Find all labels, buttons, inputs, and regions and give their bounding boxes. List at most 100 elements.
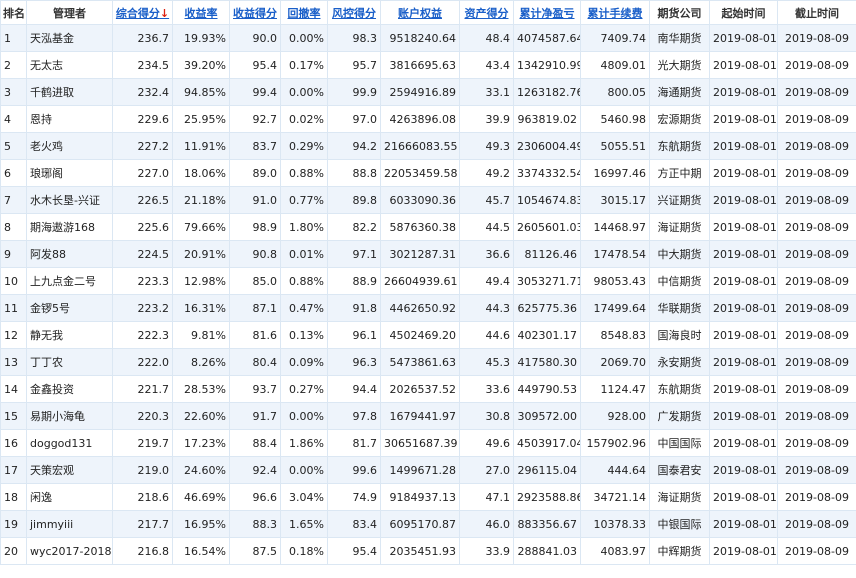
- cell-return-rate: 19.93%: [172, 24, 230, 52]
- cell-score: 223.3: [112, 267, 173, 295]
- cell-rank: 15: [0, 402, 27, 430]
- cell-drawdown: 1.65%: [280, 510, 328, 538]
- cell-equity: 4502469.20: [380, 321, 460, 349]
- cell-return-rate: 94.85%: [172, 78, 230, 106]
- cell-manager: 琅琊阁: [26, 159, 113, 187]
- cell-fees: 16997.46: [580, 159, 650, 187]
- cell-equity: 3021287.31: [380, 240, 460, 268]
- cell-rank: 10: [0, 267, 27, 295]
- cell-manager: doggod131: [26, 429, 113, 457]
- cell-drawdown: 0.77%: [280, 186, 328, 214]
- cell-risk-score: 99.9: [327, 78, 381, 106]
- cell-return-score: 91.0: [229, 186, 281, 214]
- cell-equity: 5876360.38: [380, 213, 460, 241]
- header-drawdown[interactable]: 回撤率: [280, 0, 328, 25]
- cell-score: 222.0: [112, 348, 173, 376]
- cell-manager: 千鹤进取: [26, 78, 113, 106]
- cell-equity: 9518240.64: [380, 24, 460, 52]
- header-equity[interactable]: 账户权益: [380, 0, 460, 25]
- table-row: 4 恩持 229.6 25.95% 92.7 0.02% 97.0 4263896.08 39.…: [0, 105, 856, 133]
- cell-equity: 6095170.87: [380, 510, 460, 538]
- cell-risk-score: 88.9: [327, 267, 381, 295]
- cell-end: 2019-08-09: [777, 213, 856, 241]
- cell-risk-score: 97.0: [327, 105, 381, 133]
- cell-equity: 4462650.92: [380, 294, 460, 322]
- cell-score: 229.6: [112, 105, 173, 133]
- header-net-pnl[interactable]: 累计净盈亏: [513, 0, 581, 25]
- cell-equity: 2035451.93: [380, 537, 460, 565]
- cell-asset-score: 48.4: [459, 24, 514, 52]
- cell-equity: 6033090.36: [380, 186, 460, 214]
- cell-manager: 恩持: [26, 105, 113, 133]
- cell-start: 2019-08-01: [709, 78, 778, 106]
- cell-manager: 金锣5号: [26, 294, 113, 322]
- cell-return-score: 95.4: [229, 51, 281, 79]
- cell-asset-score: 49.6: [459, 429, 514, 457]
- cell-end: 2019-08-09: [777, 105, 856, 133]
- cell-return-rate: 12.98%: [172, 267, 230, 295]
- cell-risk-score: 94.2: [327, 132, 381, 160]
- cell-drawdown: 3.04%: [280, 483, 328, 511]
- cell-net-pnl: 2306004.49: [513, 132, 581, 160]
- cell-score: 236.7: [112, 24, 173, 52]
- cell-rank: 19: [0, 510, 27, 538]
- cell-start: 2019-08-01: [709, 348, 778, 376]
- cell-equity: 4263896.08: [380, 105, 460, 133]
- cell-return-rate: 18.06%: [172, 159, 230, 187]
- cell-end: 2019-08-09: [777, 51, 856, 79]
- cell-start: 2019-08-01: [709, 186, 778, 214]
- cell-return-score: 96.6: [229, 483, 281, 511]
- header-risk-score[interactable]: 风控得分: [327, 0, 381, 25]
- cell-return-score: 99.4: [229, 78, 281, 106]
- header-asset-score[interactable]: 资产得分: [459, 0, 514, 25]
- cell-risk-score: 74.9: [327, 483, 381, 511]
- cell-score: 219.0: [112, 456, 173, 484]
- cell-risk-score: 98.3: [327, 24, 381, 52]
- cell-fees: 5055.51: [580, 132, 650, 160]
- cell-risk-score: 97.8: [327, 402, 381, 430]
- header-return-rate[interactable]: 收益率: [172, 0, 230, 25]
- cell-company: 永安期货: [649, 348, 710, 376]
- header-return-score[interactable]: 收益得分: [229, 0, 281, 25]
- cell-drawdown: 0.13%: [280, 321, 328, 349]
- cell-return-score: 87.1: [229, 294, 281, 322]
- cell-return-score: 85.0: [229, 267, 281, 295]
- cell-start: 2019-08-01: [709, 51, 778, 79]
- cell-rank: 1: [0, 24, 27, 52]
- cell-drawdown: 1.86%: [280, 429, 328, 457]
- header-score-label: 综合得分: [115, 6, 160, 20]
- cell-manager: jimmyiii: [26, 510, 113, 538]
- cell-equity: 30651687.39: [380, 429, 460, 457]
- cell-risk-score: 97.1: [327, 240, 381, 268]
- cell-manager: 上九点金二号: [26, 267, 113, 295]
- cell-equity: 9184937.13: [380, 483, 460, 511]
- header-score-sort[interactable]: 综合得分↓: [112, 0, 173, 25]
- table-row: 1 天泓基金 236.7 19.93% 90.0 0.00% 98.3 9518240.64 4…: [0, 24, 856, 52]
- cell-manager: 天泓基金: [26, 24, 113, 52]
- cell-company: 国海良时: [649, 321, 710, 349]
- cell-end: 2019-08-09: [777, 483, 856, 511]
- table-row: 10 上九点金二号 223.3 12.98% 85.0 0.88% 88.9 26604939…: [0, 267, 856, 295]
- cell-rank: 7: [0, 186, 27, 214]
- cell-risk-score: 96.3: [327, 348, 381, 376]
- cell-drawdown: 0.17%: [280, 51, 328, 79]
- cell-rank: 6: [0, 159, 27, 187]
- cell-rank: 12: [0, 321, 27, 349]
- cell-drawdown: 0.00%: [280, 402, 328, 430]
- cell-risk-score: 94.4: [327, 375, 381, 403]
- cell-net-pnl: 1342910.99: [513, 51, 581, 79]
- header-end: 截止时间: [777, 0, 856, 25]
- cell-drawdown: 0.88%: [280, 267, 328, 295]
- header-row: 排名 管理者 综合得分↓ 收益率 收益得分 回撤率 风控得分 账户权益 资产得分…: [0, 0, 856, 25]
- cell-equity: 26604939.61: [380, 267, 460, 295]
- cell-company: 海通期货: [649, 78, 710, 106]
- cell-company: 东航期货: [649, 375, 710, 403]
- cell-equity: 1499671.28: [380, 456, 460, 484]
- cell-drawdown: 0.88%: [280, 159, 328, 187]
- cell-net-pnl: 4503917.04: [513, 429, 581, 457]
- header-fees[interactable]: 累计手续费: [580, 0, 650, 25]
- cell-net-pnl: 4074587.64: [513, 24, 581, 52]
- cell-net-pnl: 449790.53: [513, 375, 581, 403]
- cell-manager: 阿发88: [26, 240, 113, 268]
- cell-start: 2019-08-01: [709, 24, 778, 52]
